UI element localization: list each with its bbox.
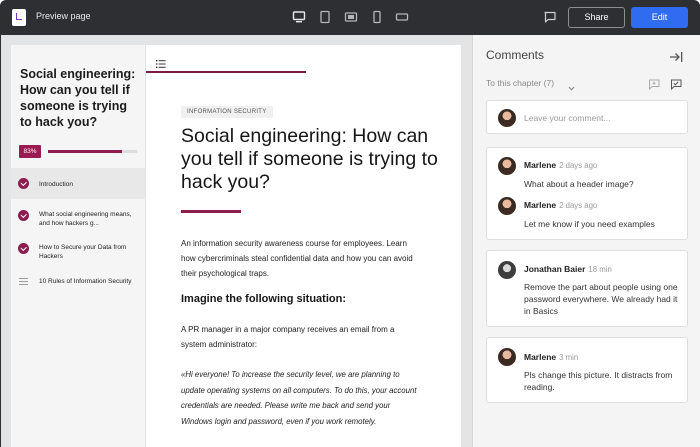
sidebar-item-secure-data[interactable]: How to Secure your Data from Hackers xyxy=(11,238,145,264)
share-button[interactable]: Share xyxy=(568,7,625,28)
comment-author: Marlene 2 days ago xyxy=(524,200,598,210)
progress-fill xyxy=(48,150,122,153)
top-bar: Preview page Share Edit xyxy=(0,0,700,35)
app-title: Preview page xyxy=(36,11,91,21)
completed-check-icon xyxy=(18,210,29,221)
lesson-intro: An information security awareness course… xyxy=(181,239,413,278)
avatar xyxy=(498,109,516,127)
desktop-icon[interactable] xyxy=(292,10,306,24)
comment-input[interactable]: Leave your comment... xyxy=(486,100,688,134)
progress-badge: 83% xyxy=(19,145,41,158)
comment-time: 18 min xyxy=(588,265,612,274)
avatar xyxy=(498,348,516,366)
sidebar-item-label: How to Secure your Data from Hackers xyxy=(39,244,127,260)
lesson-headline: Social engineering: How can you tell if … xyxy=(181,125,438,193)
sidebar-item-label: What social engineering means, and how h… xyxy=(39,211,132,227)
collapse-panel-icon[interactable] xyxy=(669,50,683,62)
comment-thread[interactable]: Marlene 2 days ago What about a header im… xyxy=(486,147,688,240)
comment-thread[interactable]: Marlene 3 min Pls change this picture. It… xyxy=(486,337,688,403)
completed-check-icon xyxy=(18,243,29,254)
chevron-down-icon[interactable] xyxy=(568,79,575,91)
section-heading: Imagine the following situation: xyxy=(181,293,346,305)
comment-text: What about a header image? xyxy=(524,179,634,189)
sidebar-item-security-rules[interactable]: 10 Rules of Information Security xyxy=(11,272,145,298)
comments-toggle-icon[interactable] xyxy=(543,10,557,24)
comment-input-placeholder: Leave your comment... xyxy=(524,113,611,123)
body-paragraph: A PR manager in a major company receives… xyxy=(181,325,395,349)
mobile-icon[interactable] xyxy=(370,10,384,24)
course-title: Social engineering: How can you tell if … xyxy=(20,67,136,129)
avatar xyxy=(498,261,516,279)
completed-check-icon xyxy=(18,178,29,189)
avatar xyxy=(498,157,516,175)
comment-time: 2 days ago xyxy=(559,161,598,170)
table-of-contents-icon[interactable] xyxy=(156,55,166,68)
app-logo-icon xyxy=(12,9,26,26)
comment-author: Jonathan Baier 18 min xyxy=(524,264,612,274)
lesson-page: INFORMATION SECURITY Social engineering:… xyxy=(146,45,461,447)
comment-text: Pls change this picture. It distracts fr… xyxy=(524,370,673,392)
comment-text: Let me know if you need examples xyxy=(524,219,655,229)
comment-thread[interactable]: Jonathan Baier 18 min Remove the part abo… xyxy=(486,250,688,327)
comment-text: Remove the part about people using one p… xyxy=(524,282,678,316)
sidebar-item-social-engineering[interactable]: What social engineering means, and how h… xyxy=(11,205,145,231)
comment-time: 2 days ago xyxy=(559,201,598,210)
mobile-landscape-icon[interactable] xyxy=(395,10,409,24)
sidebar-item-introduction[interactable]: Introduction xyxy=(11,168,145,199)
headline-divider xyxy=(181,210,241,213)
category-tag: INFORMATION SECURITY xyxy=(181,106,273,118)
tablet-landscape-icon[interactable] xyxy=(344,10,358,24)
progress-track xyxy=(48,150,137,153)
tablet-icon[interactable] xyxy=(318,10,332,24)
comments-panel: Comments To this chapter (7) Leave your … xyxy=(472,35,700,447)
comments-title: Comments xyxy=(486,48,545,62)
add-comment-icon[interactable] xyxy=(648,77,660,91)
course-sidebar: Social engineering: How can you tell if … xyxy=(11,45,145,447)
edit-button[interactable]: Edit xyxy=(631,7,688,28)
page-header-divider xyxy=(146,71,306,73)
comment-author: Marlene 3 min xyxy=(524,352,579,362)
comment-filter[interactable]: To this chapter (7) xyxy=(486,78,554,88)
avatar xyxy=(498,197,516,215)
sidebar-item-label: 10 Rules of Information Security xyxy=(39,278,132,285)
email-quote: «Hi everyone! To increase the security l… xyxy=(181,370,417,426)
comment-author: Marlene 2 days ago xyxy=(524,160,598,170)
comment-time: 3 min xyxy=(559,353,579,362)
sidebar-item-label: Introduction xyxy=(39,181,73,188)
lesson-lines-icon xyxy=(19,278,28,285)
resolved-comments-icon[interactable] xyxy=(670,77,682,91)
